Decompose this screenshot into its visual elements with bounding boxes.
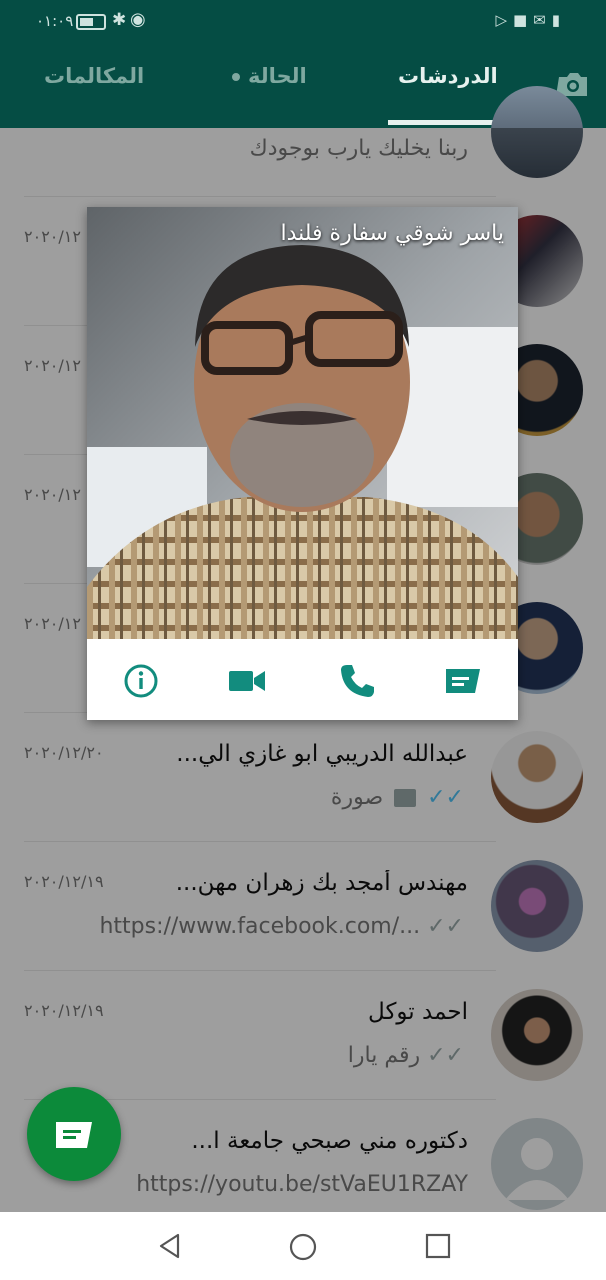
profile-photo[interactable]: ياسر شوقي سفارة فلندا bbox=[87, 207, 518, 639]
system-nav-bar bbox=[0, 1212, 606, 1280]
popup-actions bbox=[87, 639, 518, 720]
recents-icon[interactable] bbox=[424, 1232, 452, 1260]
home-icon[interactable] bbox=[288, 1232, 318, 1262]
back-icon[interactable] bbox=[156, 1232, 184, 1260]
new-chat-button[interactable] bbox=[27, 1087, 121, 1181]
message-icon[interactable] bbox=[443, 661, 483, 701]
whatsapp-screen: ٠١:٠٩ ✱ ◉ ▷■✉▮ الدردشات الحالة المكالمات… bbox=[0, 0, 606, 1280]
info-icon[interactable] bbox=[121, 661, 161, 701]
popup-contact-name: ياسر شوقي سفارة فلندا bbox=[280, 221, 504, 246]
eye-comfort-icon: ◉ bbox=[130, 9, 146, 30]
profile-photo-image bbox=[87, 207, 518, 639]
status-time: ٠١:٠٩ bbox=[36, 12, 74, 30]
chat-icon bbox=[56, 1122, 92, 1148]
battery-icon bbox=[76, 14, 106, 30]
video-call-icon[interactable] bbox=[227, 661, 267, 701]
profile-popup: ياسر شوقي سفارة فلندا bbox=[87, 207, 518, 720]
status-bar: ٠١:٠٩ ✱ ◉ ▷■✉▮ bbox=[0, 0, 606, 46]
bluetooth-icon: ✱ bbox=[112, 10, 127, 30]
voice-call-icon[interactable] bbox=[337, 661, 377, 701]
notification-icons: ▷■✉▮ bbox=[495, 11, 566, 29]
